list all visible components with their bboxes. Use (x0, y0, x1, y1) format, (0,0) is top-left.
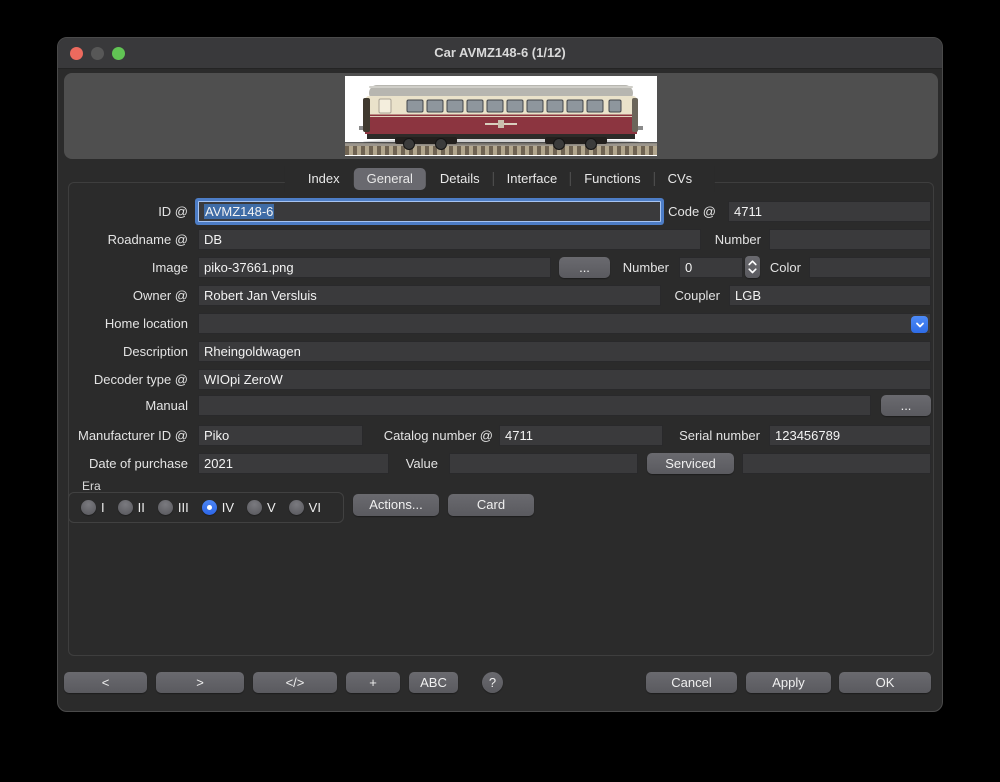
image-browse-button[interactable]: ... (559, 257, 610, 278)
owner-label: Owner @ (64, 285, 188, 306)
roadname-label: Roadname @ (64, 229, 188, 250)
date-of-purchase-label: Date of purchase (64, 453, 188, 474)
era-radio-2[interactable]: II (118, 500, 145, 515)
chevron-down-icon (748, 268, 757, 274)
image-label: Image (64, 257, 188, 278)
actions-button[interactable]: Actions... (353, 494, 439, 516)
previous-record-button[interactable]: < (64, 672, 147, 693)
coupler-label: Coupler (669, 285, 720, 306)
era-label: Era (82, 479, 101, 493)
serial-number-input[interactable]: 123456789 (769, 425, 931, 446)
description-label: Description (64, 341, 188, 362)
radio-icon (81, 500, 96, 515)
number-stepper[interactable] (745, 256, 760, 278)
decoder-type-input[interactable]: WIOpi ZeroW (198, 369, 931, 390)
roadname-input[interactable]: DB (198, 229, 701, 250)
tab-general[interactable]: General (354, 168, 426, 190)
selected-text: AVMZ148-6 (204, 204, 274, 219)
tab-functions[interactable]: Functions (571, 168, 653, 190)
radio-icon (202, 500, 217, 515)
home-location-dropdown-button[interactable] (911, 316, 928, 333)
era-option-label: II (138, 500, 145, 515)
id-input[interactable]: AVMZ148-6 (198, 201, 661, 222)
color-input[interactable] (809, 257, 931, 278)
cancel-button[interactable]: Cancel (646, 672, 737, 693)
window-title: Car AVMZ148-6 (1/12) (58, 38, 942, 68)
number-label: Number (707, 229, 761, 250)
tab-index[interactable]: Index (295, 168, 353, 190)
era-radio-3[interactable]: III (158, 500, 189, 515)
manual-label: Manual (64, 395, 188, 416)
era-option-label: I (101, 500, 105, 515)
count-number-label: Number (615, 257, 669, 278)
era-option-label: IV (222, 500, 234, 515)
image-input[interactable]: piko-37661.png (198, 257, 551, 278)
code-view-button[interactable]: </> (253, 672, 337, 693)
number-input[interactable] (769, 229, 931, 250)
serial-number-label: Serial number (670, 425, 760, 446)
tab-bar: Index General Details Interface Function… (285, 166, 715, 192)
color-label: Color (763, 257, 801, 278)
minimize-button (91, 47, 104, 60)
radio-icon (158, 500, 173, 515)
era-option-label: III (178, 500, 189, 515)
tab-interface[interactable]: Interface (494, 168, 571, 190)
radio-icon (247, 500, 262, 515)
value-label: Value (394, 453, 438, 474)
next-record-button[interactable]: > (156, 672, 244, 693)
era-radio-1[interactable]: I (81, 500, 105, 515)
manufacturer-id-input[interactable]: Piko (198, 425, 363, 446)
home-location-label: Home location (64, 313, 188, 334)
close-button[interactable] (70, 47, 83, 60)
card-button[interactable]: Card (448, 494, 534, 516)
catalog-number-input[interactable]: 4711 (499, 425, 663, 446)
car-photo (345, 76, 657, 156)
add-button[interactable]: + (346, 672, 400, 693)
decoder-type-label: Decoder type @ (64, 369, 188, 390)
code-input[interactable]: 4711 (728, 201, 931, 222)
car-photo-panel (64, 73, 938, 159)
era-option-label: V (267, 500, 276, 515)
serviced-button[interactable]: Serviced (647, 453, 734, 474)
traffic-lights (70, 47, 125, 60)
home-location-combobox[interactable] (198, 313, 931, 334)
count-number-input[interactable]: 0 (679, 257, 743, 278)
serviced-field[interactable] (742, 453, 931, 474)
id-label: ID @ (64, 201, 188, 222)
description-input[interactable]: Rheingoldwagen (198, 341, 931, 362)
radio-icon (118, 500, 133, 515)
form-group-box (68, 182, 934, 656)
code-label: Code @ (666, 201, 716, 222)
era-option-label: VI (309, 500, 321, 515)
owner-input[interactable]: Robert Jan Versluis (198, 285, 661, 306)
manual-input[interactable] (198, 395, 871, 416)
zoom-button[interactable] (112, 47, 125, 60)
abc-button[interactable]: ABC (409, 672, 458, 693)
ok-button[interactable]: OK (839, 672, 931, 693)
era-radio-group: I II III IV V VI (68, 492, 344, 523)
manufacturer-id-label: Manufacturer ID @ (64, 425, 188, 446)
help-button[interactable]: ? (482, 672, 503, 693)
tab-cvs[interactable]: CVs (655, 168, 706, 190)
radio-icon (289, 500, 304, 515)
era-radio-6[interactable]: VI (289, 500, 321, 515)
tab-details[interactable]: Details (427, 168, 493, 190)
catalog-number-label: Catalog number @ (368, 425, 493, 446)
car-editor-window: Car AVMZ148-6 (1/12) (57, 37, 943, 712)
date-of-purchase-input[interactable]: 2021 (198, 453, 389, 474)
chevron-up-icon (748, 260, 757, 266)
era-radio-5[interactable]: V (247, 500, 276, 515)
manual-browse-button[interactable]: ... (881, 395, 931, 416)
chevron-down-icon (915, 320, 925, 330)
titlebar: Car AVMZ148-6 (1/12) (58, 38, 942, 69)
coupler-input[interactable]: LGB (729, 285, 931, 306)
value-input[interactable] (449, 453, 638, 474)
era-radio-4[interactable]: IV (202, 500, 234, 515)
apply-button[interactable]: Apply (746, 672, 831, 693)
